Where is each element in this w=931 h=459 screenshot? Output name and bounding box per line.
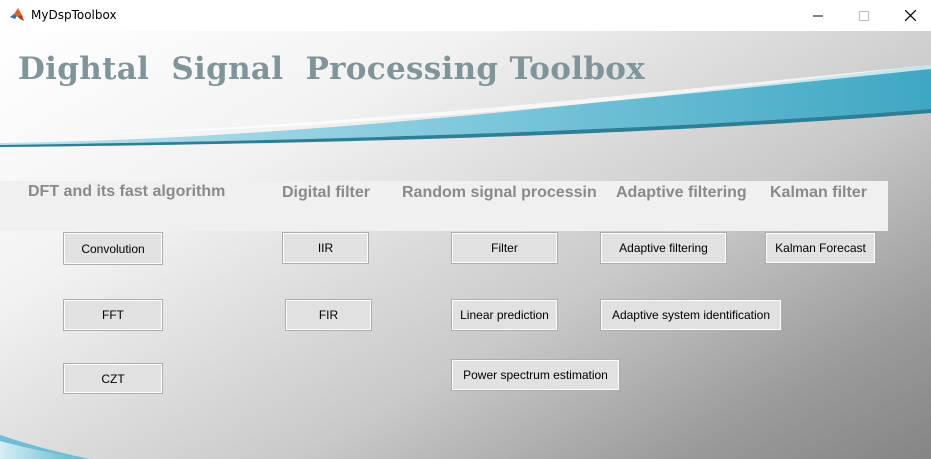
- category-adaptive-label: Adaptive filtering: [616, 184, 747, 201]
- maximize-icon: [859, 10, 869, 21]
- convolution-button[interactable]: Convolution: [63, 232, 163, 265]
- app-window: MyDspToolbox Dightal Signal Processing T…: [0, 0, 931, 459]
- adaptive-filtering-button[interactable]: Adaptive filtering: [600, 232, 727, 264]
- category-random-signal-label: Random signal processin: [402, 184, 597, 201]
- category-kalman-label: Kalman filter: [770, 184, 867, 201]
- matlab-icon: [9, 7, 25, 23]
- czt-button[interactable]: CZT: [63, 363, 163, 394]
- iir-button[interactable]: IIR: [282, 232, 369, 264]
- fir-button[interactable]: FIR: [285, 299, 372, 331]
- close-button[interactable]: [887, 0, 931, 31]
- minimize-icon: [813, 15, 823, 16]
- category-dft-label: DFT and its fast algorithm: [28, 183, 226, 200]
- adaptive-system-identification-button[interactable]: Adaptive system identification: [600, 299, 782, 331]
- title-bar: MyDspToolbox: [0, 0, 931, 31]
- app-title: Dightal Signal Processing Toolbox: [18, 51, 646, 87]
- filter-button[interactable]: Filter: [451, 232, 558, 264]
- close-icon: [904, 10, 916, 21]
- category-digital-filter-label: Digital filter: [282, 184, 371, 201]
- maximize-button[interactable]: [841, 0, 887, 31]
- linear-prediction-button[interactable]: Linear prediction: [451, 299, 558, 331]
- window-title: MyDspToolbox: [31, 8, 117, 22]
- main-panel: Dightal Signal Processing Toolbox DFT an…: [0, 31, 931, 459]
- kalman-forecast-button[interactable]: Kalman Forecast: [765, 232, 876, 264]
- fft-button[interactable]: FFT: [63, 299, 163, 331]
- power-spectrum-estimation-button[interactable]: Power spectrum estimation: [451, 359, 620, 391]
- minimize-button[interactable]: [795, 0, 841, 31]
